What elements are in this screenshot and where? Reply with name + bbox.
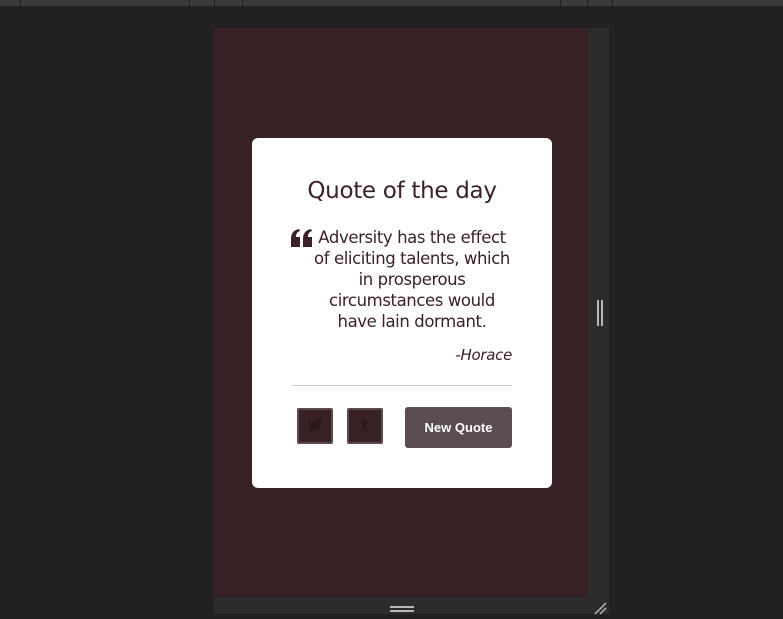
left-double-quote-icon [290, 228, 314, 248]
post-tumblr-button[interactable]: t [347, 408, 383, 444]
divider [292, 385, 512, 386]
quote-author: -Horace [455, 346, 512, 364]
tweet-quote-button[interactable] [297, 408, 333, 444]
toolbar-divider [587, 0, 588, 6]
toolbar-divider [612, 0, 613, 6]
toolbar-divider [242, 0, 243, 6]
editor-top-toolbar [0, 0, 783, 6]
vertical-resize-handle[interactable] [597, 300, 603, 326]
corner-resize-grip-icon[interactable] [593, 600, 607, 615]
toolbar-divider [560, 0, 561, 6]
new-quote-button[interactable]: New Quote [405, 407, 512, 448]
tumblr-icon: t [361, 416, 369, 435]
toolbar-divider [189, 0, 190, 6]
twitter-icon [307, 418, 323, 431]
horizontal-resize-handle[interactable] [390, 606, 414, 614]
toolbar-divider [214, 0, 215, 6]
quote-text: Adversity has the effect of eliciting ta… [314, 228, 510, 331]
toolbar-divider [20, 0, 21, 6]
preview-frame: Quote of the day Adversity has the effec… [214, 28, 609, 615]
preview-viewport: Quote of the day Adversity has the effec… [214, 28, 588, 597]
card-title: Quote of the day [307, 178, 497, 204]
quote-card: Quote of the day Adversity has the effec… [252, 138, 552, 488]
